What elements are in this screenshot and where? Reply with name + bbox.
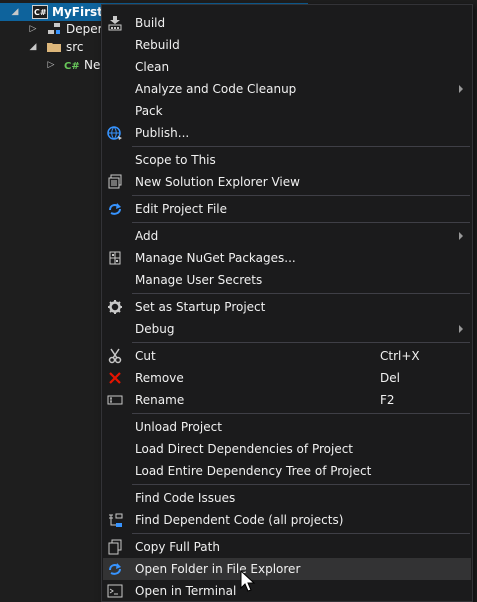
menu-label: Debug	[135, 322, 175, 336]
collapse-arrow-icon[interactable]: ◢	[26, 42, 40, 52]
menu-label: Rename	[135, 393, 185, 407]
menu-label: Load Entire Dependency Tree of Project	[135, 464, 372, 478]
menu-shortcut: F2	[380, 393, 395, 407]
menu-label: Remove	[135, 371, 184, 385]
menu-label: Find Code Issues	[135, 491, 236, 505]
menu-item-remove[interactable]: Remove Del	[103, 367, 471, 389]
folder-icon	[46, 40, 62, 54]
menu-label: Edit Project File	[135, 202, 228, 216]
menu-label: Unload Project	[135, 420, 222, 434]
menu-item-clean[interactable]: Clean	[103, 56, 471, 78]
dependent-code-icon	[107, 512, 123, 528]
menu-item-load-direct[interactable]: Load Direct Dependencies of Project	[103, 438, 471, 460]
menu-item-startup[interactable]: Set as Startup Project	[103, 296, 471, 318]
open-folder-icon	[107, 561, 123, 577]
menu-item-rebuild[interactable]: Rebuild	[103, 34, 471, 56]
menu-shortcut: Del	[380, 371, 400, 385]
menu-item-publish[interactable]: Publish...	[103, 122, 471, 144]
menu-label: New Solution Explorer View	[135, 175, 300, 189]
menu-label: Manage NuGet Packages...	[135, 251, 296, 265]
dependencies-label: Deper	[66, 22, 103, 36]
copy-icon	[107, 539, 123, 555]
menu-shortcut: Ctrl+X	[380, 349, 420, 363]
mouse-pointer-icon	[240, 569, 256, 594]
menu-label: Load Direct Dependencies of Project	[135, 442, 353, 456]
publish-globe-icon	[107, 125, 123, 141]
menu-label: Clean	[135, 60, 170, 74]
menu-separator	[132, 222, 470, 223]
menu-item-nuget[interactable]: Manage NuGet Packages...	[103, 247, 471, 269]
menu-label: Cut	[135, 349, 156, 363]
rename-icon	[107, 392, 123, 408]
menu-label: Rebuild	[135, 38, 180, 52]
file-label: Ne	[84, 58, 101, 72]
menu-item-add[interactable]: Add	[103, 225, 471, 247]
build-icon	[107, 15, 123, 31]
menu-item-rename[interactable]: Rename F2	[103, 389, 471, 411]
menu-item-cut[interactable]: Cut Ctrl+X	[103, 345, 471, 367]
menu-item-copy-path[interactable]: Copy Full Path	[103, 536, 471, 558]
terminal-icon	[107, 583, 123, 599]
dependencies-icon	[46, 22, 62, 36]
edit-project-icon	[107, 201, 123, 217]
menu-item-terminal[interactable]: Open in Terminal	[103, 580, 471, 602]
new-view-icon	[107, 174, 123, 190]
menu-item-find-dependent[interactable]: Find Dependent Code (all projects)	[103, 509, 471, 531]
menu-item-user-secrets[interactable]: Manage User Secrets	[103, 269, 471, 291]
gear-icon	[107, 299, 123, 315]
tree-node-file[interactable]: ▷ C# Ne	[0, 56, 101, 74]
menu-separator	[132, 146, 470, 147]
menu-separator	[132, 533, 470, 534]
menu-label: Analyze and Code Cleanup	[135, 82, 297, 96]
nuget-icon	[107, 250, 123, 266]
menu-separator	[132, 342, 470, 343]
menu-separator	[132, 484, 470, 485]
expand-arrow-icon[interactable]: ▷	[26, 24, 40, 34]
menu-separator	[132, 413, 470, 414]
menu-label: Copy Full Path	[135, 540, 220, 554]
menu-item-scope[interactable]: Scope to This	[103, 149, 471, 171]
submenu-arrow-icon	[459, 325, 463, 333]
menu-item-pack[interactable]: Pack	[103, 100, 471, 122]
menu-item-load-tree[interactable]: Load Entire Dependency Tree of Project	[103, 460, 471, 482]
submenu-arrow-icon	[459, 232, 463, 240]
csharp-file-icon: C#	[64, 58, 80, 72]
menu-item-find-issues[interactable]: Find Code Issues	[103, 487, 471, 509]
remove-x-icon	[107, 370, 123, 386]
expand-arrow-icon[interactable]: ▷	[44, 60, 58, 70]
menu-separator	[132, 293, 470, 294]
submenu-arrow-icon	[459, 85, 463, 93]
menu-item-open-folder[interactable]: Open Folder in File Explorer	[103, 558, 471, 580]
menu-item-analyze[interactable]: Analyze and Code Cleanup	[103, 78, 471, 100]
menu-label: Find Dependent Code (all projects)	[135, 513, 344, 527]
tree-node-src[interactable]: ◢ src	[0, 38, 84, 56]
menu-label: Manage User Secrets	[135, 273, 263, 287]
menu-item-edit-project[interactable]: Edit Project File	[103, 198, 471, 220]
scissors-icon	[107, 348, 123, 364]
menu-label: Build	[135, 16, 166, 30]
menu-item-build[interactable]: Build	[103, 12, 471, 34]
svg-text:C#: C#	[64, 61, 80, 72]
menu-item-debug[interactable]: Debug	[103, 318, 471, 340]
svg-text:C#: C#	[34, 8, 47, 17]
menu-label: Set as Startup Project	[135, 300, 266, 314]
menu-label: Add	[135, 229, 159, 243]
menu-label: Pack	[135, 104, 163, 118]
csharp-project-icon: C#	[32, 5, 48, 19]
menu-label: Open in Terminal	[135, 584, 237, 598]
menu-item-new-view[interactable]: New Solution Explorer View	[103, 171, 471, 193]
menu-label: Publish...	[135, 126, 190, 140]
menu-label: Scope to This	[135, 153, 216, 167]
menu-label: Open Folder in File Explorer	[135, 562, 301, 576]
context-menu: Build Rebuild Clean Analyze and Code Cle…	[101, 4, 473, 602]
tree-node-dependencies[interactable]: ▷ Deper	[0, 20, 103, 38]
menu-separator	[132, 195, 470, 196]
menu-item-unload[interactable]: Unload Project	[103, 416, 471, 438]
src-label: src	[66, 40, 84, 54]
collapse-arrow-icon[interactable]: ◢	[8, 7, 22, 17]
